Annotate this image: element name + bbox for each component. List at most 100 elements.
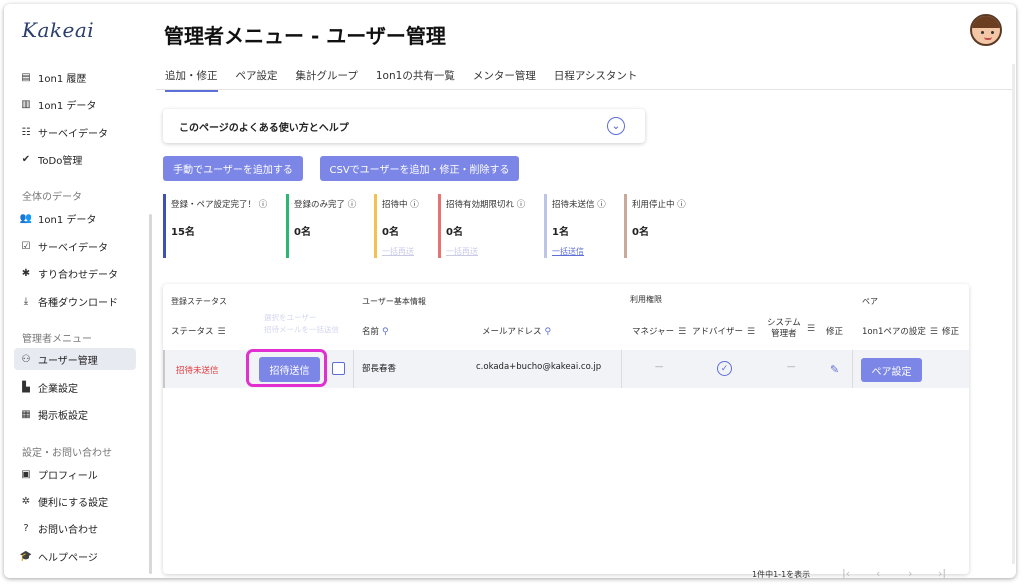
- column-header-system-admin[interactable]: システム 管理者: [767, 318, 801, 340]
- filter-icon[interactable]: ☰: [803, 324, 815, 334]
- pair-settings-button[interactable]: ペア設定: [861, 358, 922, 382]
- bulk-resend-link[interactable]: 一括再送: [446, 246, 538, 257]
- tab-mentor-management[interactable]: メンター管理: [473, 62, 536, 92]
- stat-value: 15名: [171, 227, 195, 238]
- stat-label: 招待有効期限切れ ⓘ: [446, 200, 526, 210]
- column-header-manager[interactable]: マネジャー ☰: [632, 325, 686, 337]
- tab-schedule-assistant[interactable]: 日程アシスタント: [554, 62, 638, 92]
- tab-bar: 追加・修正 ペア設定 集計グループ 1on1の共有一覧 メンター管理 日程アシス…: [156, 62, 646, 92]
- sidebar-item-alignment-data[interactable]: ✱ すり合わせデータ: [14, 262, 136, 284]
- sidebar-item-todo[interactable]: ✔ ToDo管理: [14, 148, 136, 170]
- stat-value: 0名: [446, 227, 463, 238]
- column-header-email[interactable]: メールアドレス ⚲: [482, 325, 551, 337]
- tab-pair-settings[interactable]: ペア設定: [236, 62, 278, 92]
- help-accordion-label: このページのよくある使い方とヘルプ: [179, 122, 349, 134]
- search-icon[interactable]: ⚲: [382, 327, 389, 337]
- filter-icon[interactable]: ☰: [747, 327, 755, 337]
- tab-1on1-share-list[interactable]: 1on1の共有一覧: [376, 62, 455, 92]
- last-page-icon[interactable]: ›|: [938, 567, 946, 578]
- stat-registered-paired: 登録・ペア設定完了！ ⓘ 15名: [163, 194, 283, 258]
- stat-color-bar: [624, 194, 627, 258]
- check-circle-icon[interactable]: ✓: [717, 361, 732, 376]
- sidebar-item-all-1on1-data[interactable]: 👥 1on1 データ: [14, 207, 136, 229]
- building-icon: ▙: [22, 381, 30, 393]
- profile-icon: ▣: [21, 468, 31, 480]
- column-header-advisor[interactable]: アドバイザー ☰: [692, 325, 755, 337]
- user-manage-icon: ⚇: [21, 353, 31, 365]
- stat-inviting: 招待中 ⓘ 0名 一括再送: [374, 194, 434, 258]
- sidebar-item-user-management[interactable]: ⚇ ユーザー管理: [14, 348, 136, 370]
- sidebar-item-1on1-data[interactable]: ▥ 1on1 データ: [14, 93, 136, 115]
- stat-value: 0名: [632, 227, 649, 238]
- tab-aggregation-groups[interactable]: 集計グループ: [296, 62, 358, 92]
- sidebar-item-convenience-settings[interactable]: ✲ 便利にする設定: [14, 490, 136, 512]
- avatar[interactable]: [970, 14, 1002, 46]
- filter-icon[interactable]: ☰: [678, 327, 686, 337]
- sidebar-item-downloads[interactable]: ⤓ 各種ダウンロード: [14, 290, 136, 312]
- board-icon: ▦: [21, 408, 31, 420]
- sidebar-section-settings: 設定・お問い合わせ: [22, 448, 112, 459]
- search-icon[interactable]: ⚲: [545, 327, 552, 337]
- check-circle-icon: ✔: [21, 153, 31, 165]
- sidebar-item-board-settings[interactable]: ▦ 掲示板設定: [14, 403, 136, 425]
- add-user-manually-button[interactable]: 手動でユーザーを追加する: [163, 156, 303, 181]
- row-select-checkbox[interactable]: [332, 362, 345, 375]
- sidebar-item-label: すり合わせデータ: [38, 269, 118, 281]
- csv-import-button[interactable]: CSVでユーザーを追加・修正・削除する: [320, 156, 519, 181]
- sidebar-item-label: 1on1 履歴: [38, 73, 87, 85]
- user-email: c.okada+bucho@kakeai.co.jp: [476, 362, 602, 372]
- bulk-select-hint-1: 選択をユーザー: [264, 313, 317, 322]
- sidebar-item-all-survey-data[interactable]: ☑ サーベイデータ: [14, 235, 136, 257]
- bulk-resend-link[interactable]: 一括再送: [382, 246, 434, 257]
- page-title: 管理者メニュー - ユーザー管理: [164, 24, 446, 48]
- column-divider: [353, 350, 354, 388]
- sidebar-item-label: 掲示板設定: [38, 410, 88, 422]
- gear-icon: ✲: [21, 495, 31, 507]
- stat-color-bar: [286, 194, 289, 258]
- stat-value: 1名: [552, 227, 569, 238]
- sidebar-item-survey-data[interactable]: ☷ サーベイデータ: [14, 121, 136, 143]
- highlight-frame: [246, 349, 327, 387]
- help-accordion[interactable]: このページのよくある使い方とヘルプ ⌄: [163, 109, 645, 143]
- sidebar-item-label: ヘルプページ: [38, 552, 98, 564]
- sidebar-item-1on1-history[interactable]: ▤ 1on1 履歴: [14, 66, 136, 88]
- sidebar-item-profile[interactable]: ▣ プロフィール: [14, 463, 136, 485]
- sidebar-section-all: 全体のデータ: [22, 192, 82, 203]
- table-group-basic-info: ユーザー基本情報: [362, 297, 426, 306]
- bulk-send-link[interactable]: 一括送信: [552, 246, 619, 257]
- app-window: Kakeai ▤ 1on1 履歴 ▥ 1on1 データ ☷ サーベイデータ ✔ …: [4, 4, 1016, 578]
- filter-icon[interactable]: ☰: [930, 327, 938, 337]
- chart-icon: ▥: [21, 98, 31, 110]
- column-header-edit: 修正: [826, 327, 844, 337]
- column-header-1on1-pair[interactable]: 1on1ペアの設定 ☰: [862, 325, 938, 337]
- download-icon: ⤓: [23, 295, 29, 307]
- pagination-range: 1件中1-1を表示: [752, 570, 811, 578]
- sidebar-scrollbar[interactable]: [149, 214, 152, 574]
- prev-page-icon[interactable]: ‹: [876, 567, 880, 578]
- column-header-label: 名前: [362, 327, 380, 337]
- next-page-icon[interactable]: ›: [908, 567, 912, 578]
- bulk-select-hint-2: 招待メールを一括送信: [264, 325, 339, 334]
- filter-icon[interactable]: ☰: [218, 327, 226, 337]
- sidebar-item-label: 1on1 データ: [38, 214, 97, 226]
- sidebar-item-company-settings[interactable]: ▙ 企業設定: [14, 376, 136, 398]
- sidebar-item-label: 企業設定: [38, 383, 78, 395]
- chevron-down-icon[interactable]: ⌄: [607, 117, 625, 135]
- stat-registered-only: 登録のみ完了 ⓘ 0名: [286, 194, 376, 258]
- column-header-status[interactable]: ステータス ☰: [171, 325, 226, 337]
- column-header-name[interactable]: 名前 ⚲: [362, 325, 389, 337]
- main-scrollbar[interactable]: [1012, 64, 1015, 564]
- stat-label: 招待中 ⓘ: [382, 200, 419, 210]
- sidebar-item-contact[interactable]: ? お問い合わせ: [14, 517, 136, 539]
- sidebar-item-help-page[interactable]: 🎓 ヘルプページ: [14, 545, 136, 567]
- sidebar-item-label: ToDo管理: [38, 155, 83, 167]
- tab-add-edit[interactable]: 追加・修正: [165, 62, 218, 92]
- column-header-label: アドバイザー: [692, 327, 744, 337]
- pencil-icon[interactable]: ✎: [830, 363, 839, 376]
- tabs-divider: [156, 89, 1012, 90]
- first-page-icon[interactable]: |‹: [842, 567, 850, 578]
- logo[interactable]: Kakeai: [22, 18, 94, 42]
- stat-color-bar: [544, 194, 547, 258]
- sidebar-item-label: お問い合わせ: [38, 524, 98, 536]
- graduation-cap-icon: 🎓: [19, 550, 33, 562]
